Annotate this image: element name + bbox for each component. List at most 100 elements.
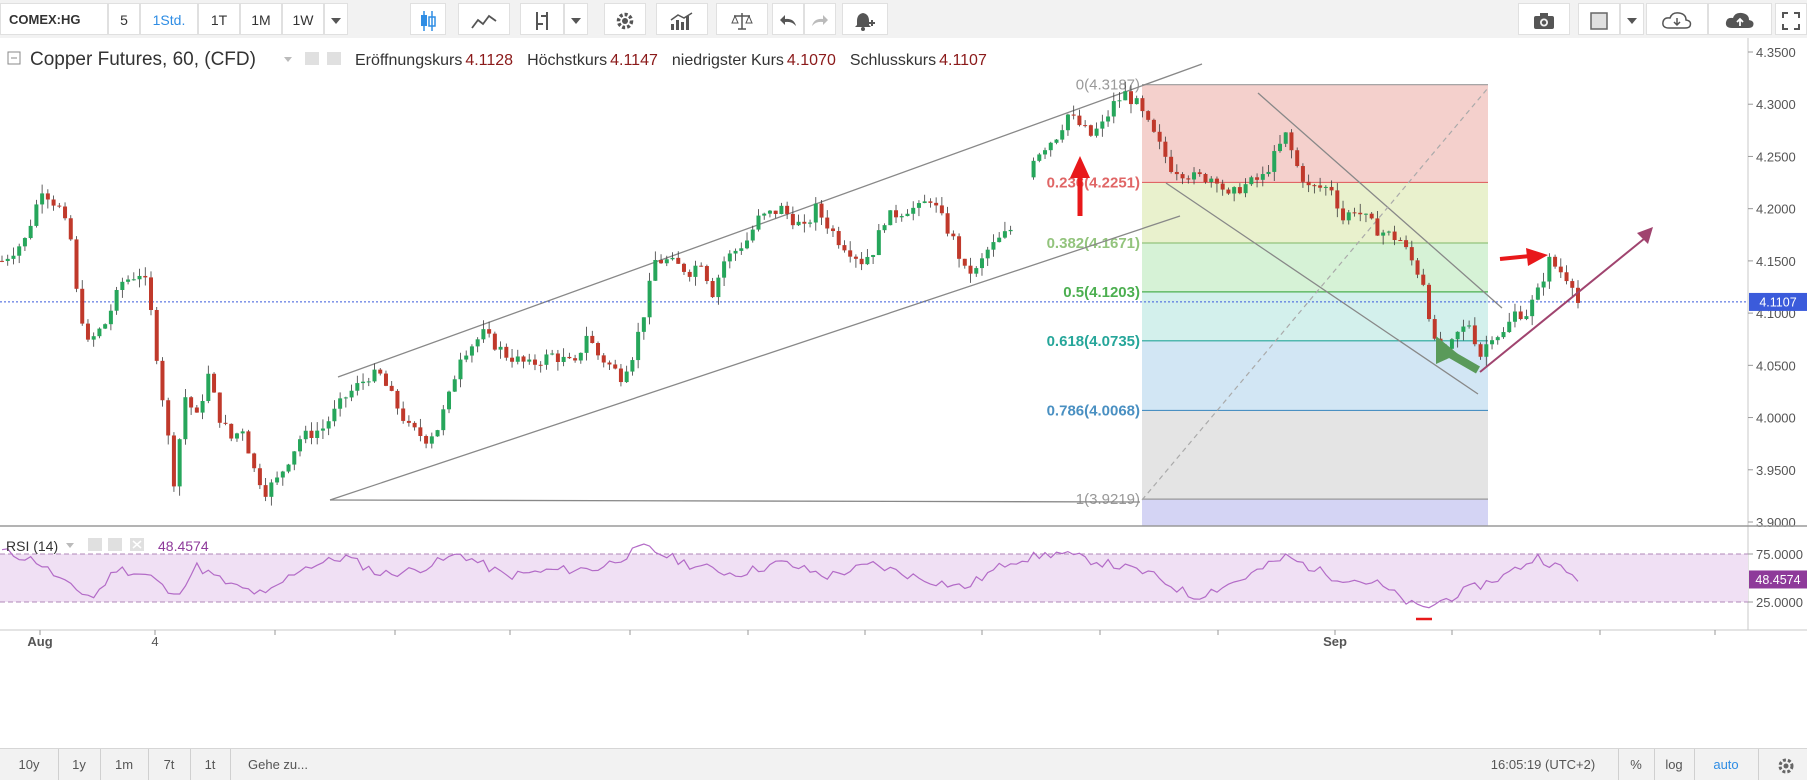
camera-icon[interactable] — [1518, 3, 1570, 35]
alert-bell-icon[interactable] — [842, 3, 888, 35]
candle-body — [246, 431, 251, 454]
log-toggle[interactable]: log — [1654, 749, 1695, 780]
candle-body — [1375, 218, 1380, 236]
gear-icon[interactable] — [604, 3, 646, 35]
undo-icon[interactable] — [772, 3, 804, 35]
range-7t[interactable]: 7t — [148, 749, 191, 780]
candle-body — [372, 369, 377, 382]
candle-body — [395, 390, 400, 409]
candle-body — [166, 400, 171, 436]
candle-body — [928, 201, 933, 203]
candle-body — [871, 255, 876, 257]
fib-level-label-5: 0.786(4.0068) — [1047, 402, 1140, 419]
candle-body — [200, 400, 205, 413]
range-1t[interactable]: 1t — [190, 749, 231, 780]
candle-body — [1071, 114, 1076, 116]
compare-dropdown-icon[interactable] — [564, 3, 588, 35]
time-axis[interactable]: Aug 4 Sep — [27, 630, 1716, 649]
redo-icon[interactable] — [804, 3, 836, 35]
candle-body — [1203, 174, 1208, 183]
goto-date-button[interactable]: Gehe zu... — [240, 749, 344, 780]
range-10y[interactable]: 10y — [0, 749, 59, 780]
interval-1w[interactable]: 1W — [282, 3, 324, 35]
candle-body — [149, 277, 154, 311]
candle-body — [1329, 186, 1334, 191]
symbol-input[interactable]: COMEX:HG — [0, 3, 108, 35]
candle-body — [504, 346, 509, 358]
interval-1m[interactable]: 1M — [240, 3, 282, 35]
last-price-badge: 4.1107 — [1749, 292, 1807, 311]
layout-dropdown-icon[interactable] — [1620, 3, 1644, 35]
candle-body — [475, 339, 480, 347]
candle-body — [584, 335, 589, 353]
range-1y[interactable]: 1y — [58, 749, 101, 780]
fullscreen-icon[interactable] — [1775, 3, 1807, 35]
candle-body — [1140, 98, 1145, 112]
auto-toggle[interactable]: auto — [1694, 749, 1759, 780]
cloud-download-icon[interactable] — [1646, 3, 1708, 35]
candle-body — [1558, 266, 1563, 273]
candle-body — [1415, 260, 1420, 275]
candle-body — [727, 253, 732, 262]
visibility-icon[interactable] — [305, 52, 319, 65]
candle-body — [1449, 339, 1454, 349]
range-1m[interactable]: 1m — [100, 749, 149, 780]
candle-body — [934, 202, 939, 206]
candle-body — [1535, 287, 1540, 300]
candle-body — [275, 477, 280, 483]
candle-body — [630, 360, 635, 372]
candle-body — [945, 213, 950, 234]
candle-body — [1106, 116, 1111, 122]
rsi-dropdown-icon[interactable] — [66, 543, 74, 548]
chart-area[interactable]: 0(4.3187) 0.236(4.2251) 0.382(4.1671) 0.5(4… — [0, 38, 1807, 748]
candle-body — [550, 353, 555, 355]
candle-body — [1541, 281, 1546, 288]
candle-body — [51, 199, 56, 206]
candle-body — [636, 331, 641, 361]
layout-square-icon[interactable] — [1578, 3, 1620, 35]
rsi-visibility-icon[interactable] — [88, 538, 102, 551]
interval-1h[interactable]: 1Std. — [140, 3, 198, 35]
candle-body — [676, 257, 681, 264]
candle-body — [303, 430, 308, 440]
candle-body — [951, 233, 956, 237]
rsi-settings-icon[interactable] — [108, 538, 122, 551]
bar-chart-icon[interactable] — [656, 3, 708, 35]
price-axis[interactable]: 4.35004.30004.25004.20004.15004.10004.05… — [1747, 38, 1807, 630]
candle-body — [257, 468, 262, 486]
settings-small-icon[interactable] — [327, 52, 341, 65]
candle-body — [240, 431, 245, 434]
candle-body — [315, 430, 320, 438]
candle-body — [1048, 142, 1053, 151]
candle-body — [974, 268, 979, 274]
fib-zone-extension — [1142, 499, 1488, 526]
candle-body — [704, 266, 709, 282]
settings-gear-icon[interactable] — [1768, 749, 1804, 780]
interval-dropdown-icon[interactable] — [324, 3, 348, 35]
candle-body — [1083, 125, 1088, 127]
interval-5[interactable]: 5 — [108, 3, 140, 35]
candle-body — [389, 385, 394, 391]
candle-body — [1031, 160, 1036, 178]
indicators-icon[interactable] — [458, 3, 510, 35]
compare-icon[interactable] — [520, 3, 564, 35]
percent-toggle[interactable]: % — [1618, 749, 1655, 780]
candle-body — [309, 430, 314, 438]
fib-level-label-6: 1(3.9219) — [1076, 491, 1140, 508]
interval-1d[interactable]: 1T — [198, 3, 240, 35]
candle-body — [126, 279, 131, 282]
cloud-upload-icon[interactable] — [1708, 3, 1772, 35]
candle-body — [1484, 344, 1489, 357]
rsi-pane: 75.0000 25.0000 — [0, 543, 1803, 621]
rsi-tick-label: 25.0000 — [1756, 595, 1803, 610]
rsi-legend: RSI (14) 48.4574 — [6, 538, 209, 554]
scale-icon[interactable] — [716, 3, 768, 35]
candle-body — [332, 408, 337, 422]
candle-body — [1518, 311, 1523, 320]
candlestick-icon[interactable] — [410, 3, 446, 35]
candle-body — [968, 265, 973, 274]
candle-body — [63, 206, 68, 219]
candle-body — [596, 343, 601, 356]
candle-body — [97, 328, 102, 337]
candle-body — [1335, 190, 1340, 209]
